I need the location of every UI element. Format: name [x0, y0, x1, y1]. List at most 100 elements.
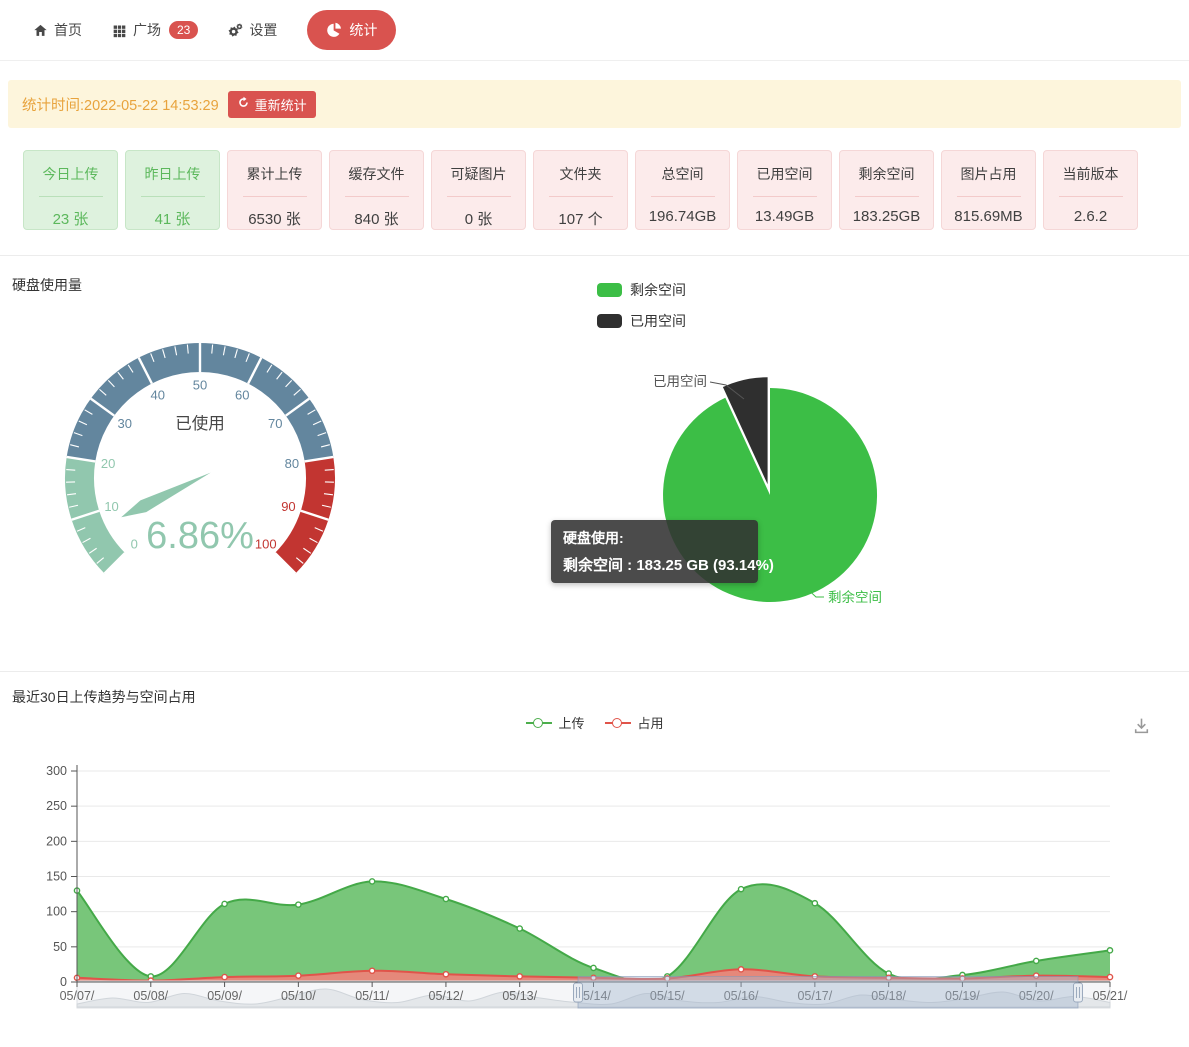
nav-item-1[interactable]: 首页	[33, 20, 82, 40]
datazoom-handle-left[interactable]	[574, 983, 583, 1002]
datazoom-window[interactable]	[578, 977, 1078, 1009]
stat-card-divider	[39, 196, 103, 197]
pie-tooltip-value: 剩余空间 : 183.25 GB (93.14%)	[563, 554, 746, 575]
stat-card: 当前版本2.6.2	[1043, 150, 1138, 230]
gauge-tick-label: 20	[101, 456, 115, 471]
stat-card: 总空间 196.74GB	[635, 150, 730, 230]
stat-card: 昨日上传41 张	[125, 150, 220, 230]
stat-card-value: 196.74GB	[636, 208, 729, 225]
refresh-stats-button[interactable]: 重新统计	[228, 91, 316, 118]
trend-section: 最近30日上传趋势与空间占用 上传占用 05010015020025030005…	[0, 671, 1189, 1046]
grid-cell	[114, 29, 117, 32]
data-point-上传[interactable]	[296, 902, 301, 907]
data-point-占用[interactable]	[443, 972, 448, 977]
data-point-上传[interactable]	[738, 887, 743, 892]
stat-card-title: 剩余空间	[840, 164, 933, 184]
stat-card: 剩余空间 183.25GB	[839, 150, 934, 230]
gauge-tick-label: 60	[235, 388, 249, 403]
stat-card-divider	[753, 196, 817, 197]
stat-card: 可疑图片0 张	[431, 150, 526, 230]
stat-card-title: 总空间	[636, 164, 729, 184]
stat-card-value: 13.49GB	[738, 208, 831, 225]
gauge-tick-label: 40	[151, 388, 165, 403]
gauge-band	[81, 357, 319, 459]
data-point-上传[interactable]	[812, 901, 817, 906]
y-tick-label: 250	[46, 799, 67, 813]
x-tick-label: 05/13/	[502, 989, 537, 1003]
y-tick-label: 300	[46, 764, 67, 778]
stat-card-value: 41 张	[126, 208, 219, 229]
data-point-上传[interactable]	[1107, 948, 1112, 953]
stat-card: 图片占用815.69MB	[941, 150, 1036, 230]
y-tick-label: 100	[46, 905, 67, 919]
y-tick-label: 200	[46, 834, 67, 848]
nav-item-2[interactable]: 广场 23	[112, 20, 198, 40]
data-point-上传[interactable]	[591, 965, 596, 970]
pie-label-used: 已用空间	[653, 374, 707, 389]
data-point-上传[interactable]	[370, 879, 375, 884]
x-tick-label: 05/11/	[355, 989, 389, 1003]
grid-cell	[118, 29, 121, 32]
stat-card-divider	[855, 196, 919, 197]
stat-card-title: 今日上传	[24, 164, 117, 184]
nav-badge: 23	[169, 21, 198, 39]
trend-chart-group: 05010015020025030005/07/05/08/05/09/05/1…	[46, 764, 1128, 1008]
data-point-上传[interactable]	[222, 901, 227, 906]
data-point-占用[interactable]	[738, 967, 743, 972]
pie-legend: 剩余空间已用空间	[597, 280, 686, 331]
nav-item-label: 广场	[133, 20, 161, 40]
stat-card-title: 当前版本	[1044, 164, 1137, 184]
datazoom-handle-right[interactable]	[1073, 983, 1082, 1002]
gear-icon	[228, 23, 243, 38]
nav-item-label: 首页	[54, 20, 82, 40]
stat-card-value: 815.69MB	[942, 208, 1035, 225]
pie-legend-item[interactable]: 已用空间	[597, 311, 686, 331]
data-point-占用[interactable]	[370, 968, 375, 973]
stat-card-divider	[957, 196, 1021, 197]
gauge-tick-label: 30	[118, 416, 132, 431]
y-tick-label: 0	[60, 975, 67, 989]
stat-card-value: 183.25GB	[840, 208, 933, 225]
gauge-tick-label: 80	[285, 456, 299, 471]
stat-card-title: 缓存文件	[330, 164, 423, 184]
pie-tooltip-title: 硬盘使用:	[563, 528, 746, 548]
x-tick-label: 05/21/	[1093, 989, 1128, 1003]
x-tick-label: 05/12/	[429, 989, 464, 1003]
grid-cell	[114, 33, 117, 36]
data-point-占用[interactable]	[222, 974, 227, 979]
stats-time-banner: 统计时间:2022-05-22 14:53:29 重新统计	[8, 80, 1181, 128]
stat-card: 缓存文件840 张	[329, 150, 424, 230]
refresh-stats-label: 重新统计	[255, 95, 307, 114]
stat-card-value: 0 张	[432, 208, 525, 229]
x-tick-label: 05/09/	[207, 989, 242, 1003]
stat-card-value: 23 张	[24, 208, 117, 229]
data-point-上传[interactable]	[443, 896, 448, 901]
y-tick-label: 50	[53, 940, 67, 954]
stat-card-divider	[1059, 196, 1123, 197]
pie-tooltip: 硬盘使用: 剩余空间 : 183.25 GB (93.14%)	[551, 520, 758, 583]
data-point-占用[interactable]	[296, 973, 301, 978]
stat-card-divider	[345, 196, 409, 197]
home-icon	[33, 23, 48, 38]
data-point-占用[interactable]	[1107, 974, 1112, 979]
home-icon-path	[34, 24, 46, 35]
pie-icon-path	[336, 23, 342, 29]
data-point-上传[interactable]	[517, 926, 522, 931]
nav-item-3[interactable]: 设置	[228, 20, 277, 40]
gauge-detail-value: 6.86%	[146, 515, 254, 557]
data-point-上传[interactable]	[1034, 958, 1039, 963]
trend-chart-canvas: 05010015020025030005/07/05/08/05/09/05/1…	[0, 672, 1189, 1046]
nav-item-label: 统计	[349, 20, 377, 40]
stat-card-value: 6530 张	[228, 208, 321, 229]
stat-card: 文件夹107 个	[533, 150, 628, 230]
grid-cell	[122, 33, 125, 36]
data-point-占用[interactable]	[517, 974, 522, 979]
pie-legend-item[interactable]: 剩余空间	[597, 280, 686, 300]
stat-card-divider	[447, 196, 511, 197]
gauge-tick-label: 10	[104, 499, 118, 514]
nav-item-4[interactable]: 统计	[307, 10, 396, 50]
gauge-minor-tick	[325, 470, 334, 471]
x-tick-label: 05/10/	[281, 989, 316, 1003]
stat-card-title: 累计上传	[228, 164, 321, 184]
stats-time-label: 统计时间:2022-05-22 14:53:29	[22, 94, 219, 115]
